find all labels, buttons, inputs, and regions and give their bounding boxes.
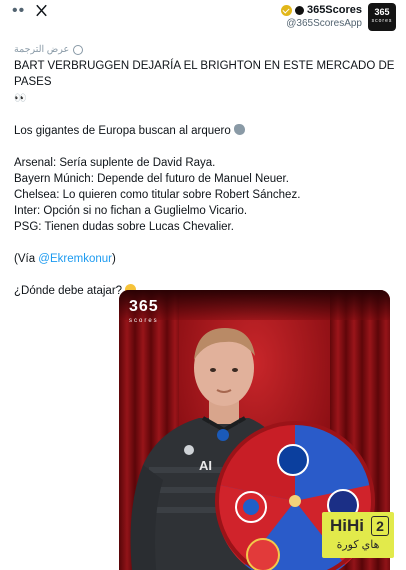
globe-icon xyxy=(73,44,84,55)
hihi2-watermark: HiHi 2 هاي كورة xyxy=(322,512,394,558)
watermark-brand: HiHi xyxy=(330,516,364,535)
eyes-emoji: 👀 xyxy=(14,93,27,104)
menu-dots-icon[interactable]: •• xyxy=(12,2,25,18)
mention-link[interactable]: @Ekremkonur xyxy=(38,253,112,265)
question-text: ¿Dónde debe atajar? xyxy=(14,285,123,297)
verified-badge-icon xyxy=(280,4,292,16)
via-line: (Vía @Ekremkonur) xyxy=(14,251,398,267)
account-mini-logo-icon xyxy=(294,5,304,15)
club-line: PSG: Tienen dudas sobre Lucas Chevalier. xyxy=(14,221,234,233)
headline-text: BART VERBRUGGEN DEJARÍA EL BRIGHTON EN E… xyxy=(14,60,395,88)
translate-label[interactable]: عرض الترجمة xyxy=(14,44,69,55)
account-handle[interactable]: @365ScoresApp xyxy=(281,17,362,31)
gloves-emoji xyxy=(233,124,245,135)
headline: BART VERBRUGGEN DEJARÍA EL BRIGHTON EN E… xyxy=(14,58,398,90)
club-line: Arsenal: Sería suplente de David Raya. xyxy=(14,157,216,169)
watermark-arabic: هاي كورة xyxy=(336,539,380,551)
account-info: 365Scores @365ScoresApp xyxy=(280,3,362,31)
shirt-sponsor-text: AI xyxy=(199,458,212,473)
account-name-row: 365Scores xyxy=(280,3,362,17)
translate-link[interactable]: عرض الترجمة xyxy=(14,44,84,55)
x-logo-icon[interactable] xyxy=(35,4,48,17)
tweet-text: BART VERBRUGGEN DEJARÍA EL BRIGHTON EN E… xyxy=(14,58,398,299)
account-name[interactable]: 365Scores xyxy=(307,3,362,17)
club-line: Inter: Opción si no fichan a Guglielmo V… xyxy=(14,205,248,217)
header-left: •• xyxy=(12,2,48,18)
intro-text: Los gigantes de Europa buscan al arquero xyxy=(14,125,231,137)
via-suffix: ) xyxy=(111,253,116,265)
intro-line: Los gigantes de Europa buscan al arquero xyxy=(14,123,398,139)
avatar-text: 365 xyxy=(374,7,390,17)
club-line: Bayern Múnich: Depende del futuro de Man… xyxy=(14,173,289,185)
headline-emoji-row: 👀 xyxy=(14,90,398,107)
avatar[interactable]: 365 scores xyxy=(368,3,396,31)
club-line: Chelsea: Lo quieren como titular sobre R… xyxy=(14,189,301,201)
account-block[interactable]: 365Scores @365ScoresApp 365 scores xyxy=(280,3,396,31)
tweet-header: •• 365Scores @365ScoresApp 365 scores xyxy=(0,0,406,36)
avatar-subtext: scores xyxy=(371,18,393,24)
tweet-screen: •• 365Scores @365ScoresApp 365 scores عر… xyxy=(0,0,406,570)
via-prefix: (Vía xyxy=(14,253,39,265)
watermark-digit: 2 xyxy=(371,516,389,536)
